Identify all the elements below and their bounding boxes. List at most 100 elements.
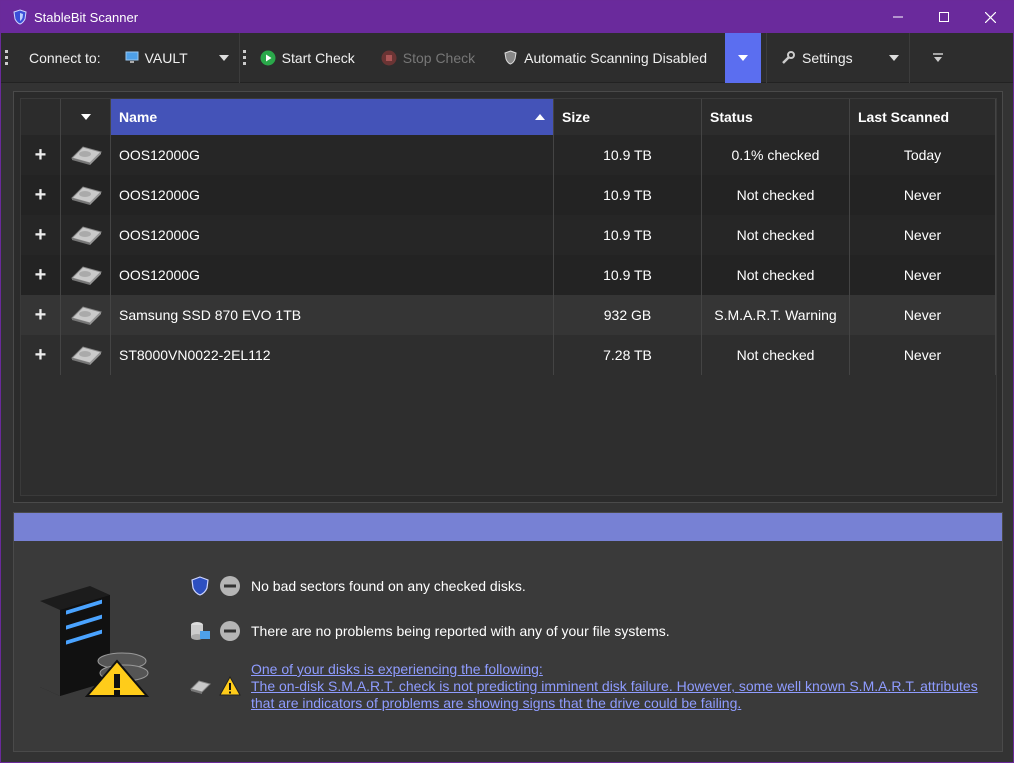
header-size-label: Size <box>562 109 591 125</box>
overflow-icon <box>933 52 944 62</box>
hard-disk-icon <box>70 226 102 245</box>
sort-ascending-icon <box>535 114 545 120</box>
hard-disk-icon <box>70 146 102 165</box>
hard-disk-icon <box>70 346 102 365</box>
hard-disk-icon <box>70 266 102 285</box>
chevron-down-icon <box>218 54 229 61</box>
smart-warning-line-3[interactable]: that are indicators of problems are show… <box>251 695 978 712</box>
connect-label-text: Connect to: <box>29 49 101 66</box>
toolbar-grip[interactable] <box>1 33 11 83</box>
table-row[interactable]: + ST8000VN0022-2EL112 7.28 TB Not checke… <box>21 335 996 375</box>
start-check-button[interactable]: Start Check <box>250 33 365 83</box>
chevron-down-icon <box>738 54 749 61</box>
shield-icon <box>504 50 517 65</box>
chevron-down-icon <box>889 54 900 61</box>
expand-button[interactable]: + <box>21 295 61 335</box>
status-message-smart: One of your disks is experiencing the fo… <box>189 661 978 712</box>
play-icon <box>260 50 276 65</box>
row-name: Samsung SSD 870 EVO 1TB <box>111 295 554 335</box>
header-name[interactable]: Name <box>111 99 554 135</box>
status-message-text: There are no problems being reported wit… <box>251 623 670 639</box>
row-name: OOS12000G <box>111 215 554 255</box>
row-size: 932 GB <box>554 295 702 335</box>
ssd-icon <box>70 306 102 325</box>
plus-icon: + <box>34 303 47 326</box>
plus-icon: + <box>34 183 47 206</box>
table-row[interactable]: + OOS12000G 10.9 TB 0.1% checked Today <box>21 135 996 175</box>
plus-icon: + <box>34 143 47 166</box>
row-name: OOS12000G <box>111 255 554 295</box>
disk-icon <box>61 175 111 215</box>
connect-dropdown[interactable]: VAULT <box>111 33 239 83</box>
minimize-button[interactable] <box>875 1 921 33</box>
row-last-scanned: Never <box>850 255 996 295</box>
stop-icon <box>381 50 397 65</box>
row-last-scanned: Never <box>850 215 996 255</box>
table-row[interactable]: + OOS12000G 10.9 TB Not checked Never <box>21 255 996 295</box>
plus-icon: + <box>34 223 47 246</box>
close-icon <box>984 11 996 23</box>
shield-icon <box>13 9 27 25</box>
toolbar-grip-2[interactable] <box>240 33 250 83</box>
disk-list-panel: Name Size Status Last Scanned + OOS12000… <box>13 91 1003 503</box>
overflow-menu-button[interactable] <box>910 33 966 83</box>
shield-icon <box>191 576 209 596</box>
auto-scan-label: Automatic Scanning Disabled <box>524 49 708 66</box>
title-bar[interactable]: StableBit Scanner <box>1 1 1013 33</box>
expand-button[interactable]: + <box>21 175 61 215</box>
row-last-scanned: Today <box>850 135 996 175</box>
status-message-filesystems: There are no problems being reported wit… <box>189 620 670 642</box>
row-name: OOS12000G <box>111 175 554 215</box>
row-size: 10.9 TB <box>554 175 702 215</box>
table-row[interactable]: + OOS12000G 10.9 TB Not checked Never <box>21 175 996 215</box>
row-name: OOS12000G <box>111 135 554 175</box>
header-icon-col[interactable] <box>61 99 111 135</box>
table-row[interactable]: + OOS12000G 10.9 TB Not checked Never <box>21 215 996 255</box>
maximize-button[interactable] <box>921 1 967 33</box>
row-last-scanned: Never <box>850 175 996 215</box>
disk-icon <box>61 335 111 375</box>
disk-icon <box>61 295 111 335</box>
auto-scan-button[interactable]: Automatic Scanning Disabled <box>485 33 725 83</box>
header-size[interactable]: Size <box>554 99 702 135</box>
smart-warning-line-1[interactable]: One of your disks is experiencing the fo… <box>251 661 978 678</box>
header-status-label: Status <box>710 109 753 125</box>
minimize-icon <box>893 16 903 18</box>
smart-warning-link[interactable]: One of your disks is experiencing the fo… <box>251 661 978 712</box>
header-status[interactable]: Status <box>702 99 850 135</box>
auto-scan-dropdown[interactable] <box>725 32 762 83</box>
file-system-icon <box>191 622 210 640</box>
status-message-text: No bad sectors found on any checked disk… <box>251 578 526 594</box>
settings-button[interactable]: Settings <box>767 33 909 83</box>
row-size: 7.28 TB <box>554 335 702 375</box>
header-last-scanned[interactable]: Last Scanned <box>850 99 996 135</box>
disk-grid: Name Size Status Last Scanned + OOS12000… <box>20 98 997 496</box>
row-name: ST8000VN0022-2EL112 <box>111 335 554 375</box>
row-last-scanned: Never <box>850 335 996 375</box>
status-message-sectors: No bad sectors found on any checked disk… <box>189 575 526 597</box>
disk-icon <box>61 135 111 175</box>
connect-label: Connect to: <box>11 33 111 83</box>
stop-check-button[interactable]: Stop Check <box>365 33 485 83</box>
expand-button[interactable]: + <box>21 215 61 255</box>
smart-warning-line-2[interactable]: The on-disk S.M.A.R.T. check is not pred… <box>251 678 978 695</box>
header-expand-col <box>21 99 61 135</box>
toolbar: Connect to: VAULT Start Check Stop Check… <box>1 32 1013 83</box>
connect-value: VAULT <box>144 49 188 66</box>
status-panel-header <box>14 513 1002 541</box>
row-status: Not checked <box>702 215 850 255</box>
table-row[interactable]: + Samsung SSD 870 EVO 1TB 932 GB S.M.A.R… <box>21 295 996 335</box>
row-status: Not checked <box>702 175 850 215</box>
expand-button[interactable]: + <box>21 335 61 375</box>
close-button[interactable] <box>967 1 1013 33</box>
expand-button[interactable]: + <box>21 135 61 175</box>
expand-button[interactable]: + <box>21 255 61 295</box>
window-title: StableBit Scanner <box>34 9 139 25</box>
monitor-icon <box>125 51 139 63</box>
row-size: 10.9 TB <box>554 255 702 295</box>
header-name-label: Name <box>119 109 158 125</box>
status-panel: No bad sectors found on any checked disk… <box>13 512 1003 752</box>
server-warning-icon <box>40 586 150 697</box>
row-last-scanned: Never <box>850 295 996 335</box>
warning-icon <box>219 675 241 696</box>
